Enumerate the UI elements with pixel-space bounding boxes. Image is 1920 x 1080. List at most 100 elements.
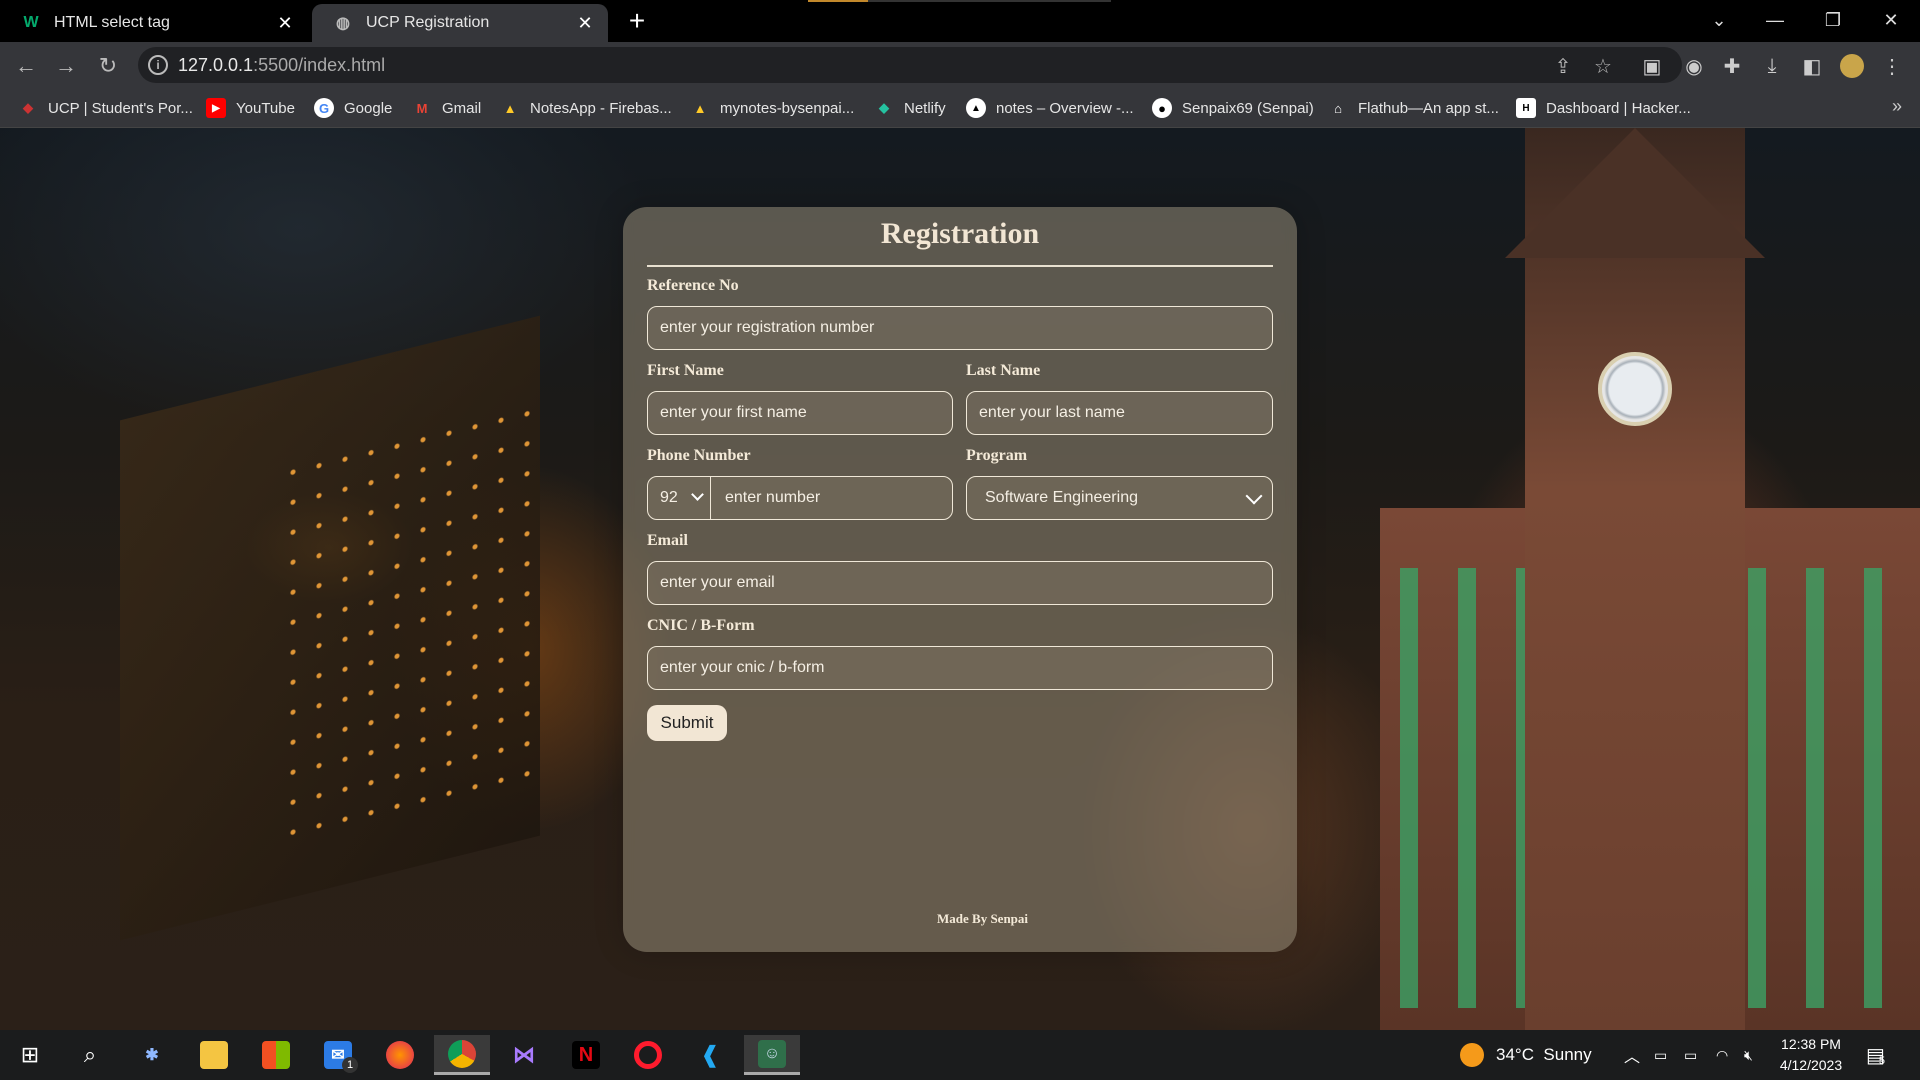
mail-badge: 1 — [342, 1057, 358, 1073]
vscode-icon[interactable]: ❰ — [682, 1035, 738, 1075]
windows-start-icon[interactable]: ⊞ — [2, 1035, 58, 1075]
background-windows — [280, 395, 540, 861]
program-label: Program — [966, 447, 1028, 464]
address-bar[interactable]: i 127.0.0.1:5500/index.html ⇪ ☆ — [138, 47, 1682, 83]
browser-toolbar: ← → ↻ i 127.0.0.1:5500/index.html ⇪ ☆ ▣ … — [0, 42, 1920, 88]
firefox-icon[interactable] — [372, 1035, 428, 1075]
chrome-icon[interactable] — [434, 1035, 490, 1075]
close-window-button[interactable]: ✕ — [1866, 0, 1916, 40]
country-code-select[interactable]: 92 — [660, 477, 711, 519]
globe-icon: ◍ — [336, 15, 350, 32]
tab-html-select[interactable]: W HTML select tag ✕ — [0, 4, 308, 42]
phone-number-input[interactable]: enter number — [725, 489, 820, 507]
submit-button[interactable]: Submit — [647, 705, 727, 741]
file-explorer-icon[interactable] — [186, 1035, 242, 1075]
wifi-icon[interactable]: ◠ — [1716, 1030, 1728, 1080]
tab-group-indicator — [868, 0, 1111, 2]
bookmarks-bar: ◆ UCP | Student's Por... ▶ YouTube G Google… — [0, 88, 1920, 128]
bookmark-flathub[interactable]: ⌂ Flathub—An app st... — [1328, 96, 1499, 120]
page-background: Registration Reference No enter your reg… — [0, 128, 1920, 1030]
forward-button[interactable]: → — [50, 50, 82, 82]
reference-input[interactable]: enter your registration number — [647, 306, 1273, 350]
firebase-icon: ▲ — [503, 100, 517, 116]
side-panel-icon[interactable]: ◧ — [1798, 52, 1826, 80]
firebase-icon: ▲ — [693, 100, 707, 116]
extension-icon[interactable]: ◉ — [1680, 52, 1708, 80]
github-icon: ● — [1152, 98, 1172, 118]
cnic-label: CNIC / B-Form — [647, 617, 755, 634]
phone-field: 92 enter number — [647, 476, 953, 520]
reference-label: Reference No — [647, 277, 739, 294]
tab-group-indicator — [808, 0, 868, 2]
meet-icon[interactable]: ▭ — [1654, 1030, 1667, 1080]
app-icon[interactable]: ✱ — [124, 1035, 180, 1075]
bookmark-star-icon[interactable]: ☆ — [1590, 53, 1616, 79]
email-label: Email — [647, 532, 688, 549]
microsoft-store-icon[interactable] — [248, 1035, 304, 1075]
title-divider — [647, 265, 1273, 267]
sun-icon — [1460, 1043, 1484, 1067]
bookmark-notesapp[interactable]: ▲ NotesApp - Firebas... — [500, 96, 672, 120]
clock-tower — [1525, 128, 1745, 1030]
gmail-icon: M — [416, 100, 428, 116]
ucp-icon: ◆ — [23, 100, 33, 115]
download-icon[interactable]: ⤓ — [1758, 52, 1786, 80]
bookmark-youtube[interactable]: ▶ YouTube — [206, 96, 295, 120]
app-icon[interactable]: ☺ — [744, 1035, 800, 1075]
search-icon[interactable]: ⌕ — [62, 1035, 118, 1075]
bookmark-gmail[interactable]: M Gmail — [412, 96, 482, 120]
visual-studio-icon[interactable]: ⋈ — [496, 1035, 552, 1075]
extension-icon[interactable]: ▣ — [1638, 52, 1666, 80]
bookmark-hackerrank[interactable]: H Dashboard | Hacker... — [1516, 96, 1691, 120]
back-button[interactable]: ← — [10, 50, 42, 82]
bookmark-ucp[interactable]: ◆ UCP | Student's Por... — [18, 96, 193, 120]
google-icon: G — [314, 98, 334, 118]
netflix-icon[interactable]: N — [558, 1035, 614, 1075]
reload-button[interactable]: ↻ — [92, 50, 124, 82]
bookmark-netlify[interactable]: ◆ Netlify — [874, 96, 946, 120]
vercel-icon: ▲ — [966, 98, 986, 118]
cnic-input[interactable]: enter your cnic / b-form — [647, 646, 1273, 690]
clock-face — [1598, 352, 1672, 426]
more-bookmarks-icon[interactable]: » — [1892, 96, 1902, 117]
minimize-button[interactable]: — — [1750, 0, 1800, 40]
footer-credit: Made By Senpai — [937, 911, 1029, 926]
clock-date: 4/12/2023 — [1779, 1057, 1843, 1073]
windows-taskbar: ⊞ ⌕ ✱ ✉ 1 ⋈ N ❰ ☺ 34°C Sunny ︿ ▭ ▭ ◠ 🔇︎ 1… — [0, 1030, 1920, 1080]
clock-tower-roof — [1505, 128, 1765, 258]
menu-kebab-icon[interactable]: ⋮ — [1878, 52, 1906, 80]
tab-search-icon[interactable]: ⌄ — [1694, 0, 1744, 40]
youtube-icon: ▶ — [206, 98, 226, 118]
program-select[interactable]: Software Engineering — [966, 476, 1273, 520]
chevron-down-icon — [691, 488, 704, 501]
chevron-up-icon[interactable]: ︿ — [1624, 1030, 1640, 1080]
tab-ucp-registration[interactable]: ◍ UCP Registration ✕ — [312, 4, 608, 42]
opera-icon[interactable] — [620, 1035, 676, 1075]
system-clock[interactable]: 12:38 PM 4/12/2023 — [1766, 1034, 1856, 1076]
first-name-input[interactable]: enter your first name — [647, 391, 953, 435]
speaker-muted-icon[interactable]: 🔇︎ — [1744, 1030, 1753, 1080]
new-tab-button[interactable]: + — [622, 5, 652, 36]
extensions-puzzle-icon[interactable]: ✚ — [1718, 52, 1746, 80]
mail-icon[interactable]: ✉ 1 — [310, 1035, 366, 1075]
bookmark-notes-vercel[interactable]: ▲ notes – Overview -... — [966, 96, 1134, 120]
first-name-label: First Name — [647, 362, 724, 379]
bookmark-google[interactable]: G Google — [314, 96, 392, 120]
flathub-icon: ⌂ — [1334, 100, 1342, 116]
weather-widget[interactable]: 34°C Sunny — [1460, 1030, 1592, 1080]
notifications-icon[interactable]: ▤ 5 — [1866, 1030, 1885, 1080]
site-info-icon[interactable]: i — [148, 55, 168, 75]
email-input[interactable]: enter your email — [647, 561, 1273, 605]
share-icon[interactable]: ⇪ — [1550, 53, 1576, 79]
battery-icon[interactable]: ▭ — [1684, 1030, 1697, 1080]
bookmark-mynotes[interactable]: ▲ mynotes-bysenpai... — [690, 96, 855, 120]
phone-label: Phone Number — [647, 447, 751, 464]
url-text: 127.0.0.1:5500/index.html — [178, 55, 386, 75]
profile-avatar[interactable] — [1838, 52, 1866, 80]
close-tab-icon[interactable]: ✕ — [572, 10, 598, 36]
last-name-input[interactable]: enter your last name — [966, 391, 1273, 435]
close-tab-icon[interactable]: ✕ — [272, 10, 298, 36]
registration-card: Registration Reference No enter your reg… — [623, 207, 1297, 952]
restore-button[interactable]: ❐ — [1808, 0, 1858, 40]
bookmark-github[interactable]: ● Senpaix69 (Senpai) — [1152, 96, 1314, 120]
